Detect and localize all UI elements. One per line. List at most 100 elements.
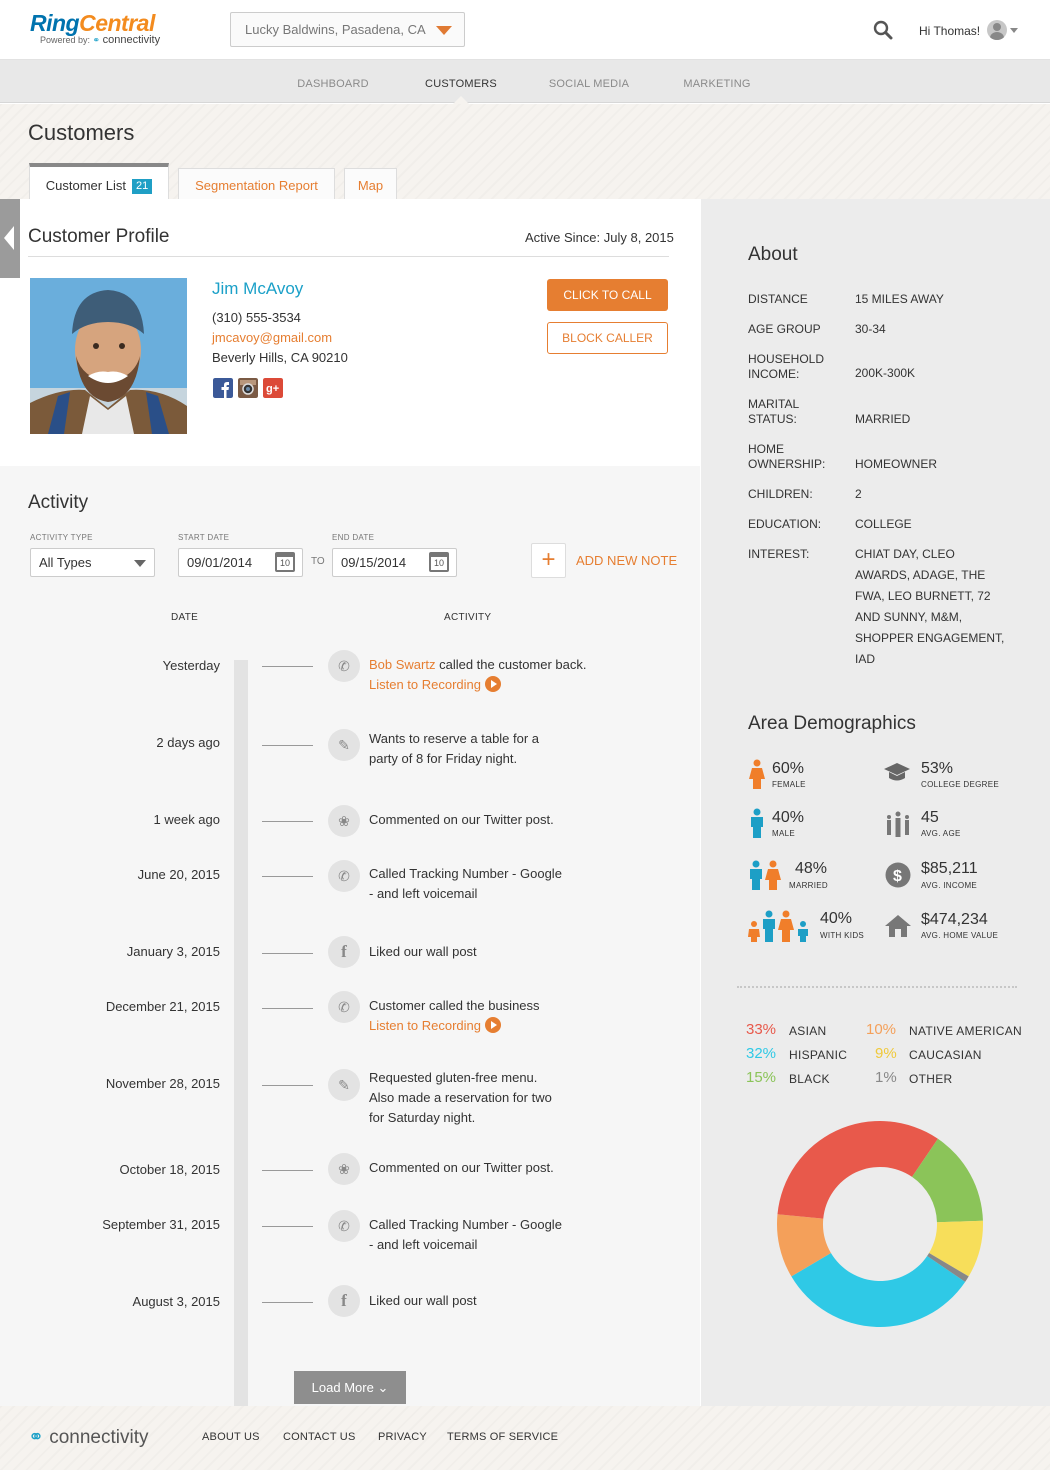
active-since: Active Since: July 8, 2015	[525, 230, 674, 245]
ethnicity-label: CAUCASIAN	[909, 1048, 982, 1062]
about-value: HOMEOWNER	[855, 457, 937, 471]
customer-email[interactable]: jmcavoy@gmail.com	[212, 330, 332, 345]
ethnicity-label: NATIVE AMERICAN	[909, 1024, 1022, 1038]
phone-icon: ✆	[328, 991, 360, 1023]
demo-label: AVG. AGE	[921, 829, 961, 838]
demo-value: 53%	[921, 760, 954, 777]
calendar-icon[interactable]: 10	[275, 552, 295, 572]
activity-date: June 20, 2015	[137, 867, 220, 882]
ethnicity-label: OTHER	[909, 1072, 953, 1086]
nav-social-media[interactable]: SOCIAL MEDIA	[549, 78, 629, 90]
play-icon[interactable]	[485, 676, 502, 692]
calendar-icon[interactable]: 10	[429, 552, 449, 572]
nav-customers[interactable]: CUSTOMERS	[425, 78, 497, 90]
female-icon	[749, 759, 765, 789]
facebook-icon[interactable]	[213, 378, 233, 398]
click-to-call-button[interactable]: CLICK TO CALL	[547, 279, 668, 311]
nav-dashboard[interactable]: DASHBOARD	[297, 78, 368, 90]
about-heading: About	[748, 244, 798, 265]
activity-type-select[interactable]: All Types	[30, 548, 155, 577]
activity-date: 1 week ago	[153, 812, 221, 827]
footer-link-contact[interactable]: CONTACT US	[283, 1431, 356, 1443]
caller-name-link[interactable]: Bob Swartz	[369, 657, 435, 672]
activity-date: October 18, 2015	[119, 1162, 220, 1177]
tab-map[interactable]: Map	[344, 168, 397, 199]
demo-label: AVG. HOME VALUE	[921, 931, 999, 940]
note-icon: ✎	[328, 1069, 360, 1101]
footer-logo[interactable]: ⚭ connectivity	[28, 1426, 148, 1449]
collapse-panel-handle[interactable]	[0, 199, 20, 278]
chevron-down-icon	[436, 26, 452, 35]
play-icon[interactable]	[485, 1017, 502, 1033]
about-label: AGE GROUP	[748, 322, 821, 336]
listen-label: Listen to Recording	[369, 677, 482, 692]
ethnicity-percent: 32%	[746, 1045, 777, 1062]
about-label: MARITAL STATUS:	[748, 397, 799, 426]
block-caller-button[interactable]: BLOCK CALLER	[547, 322, 668, 354]
activity-text: Wants to reserve a table for a party of …	[369, 731, 540, 766]
load-more-button[interactable]: Load More ⌄	[294, 1371, 406, 1404]
footer-brand: connectivity	[49, 1427, 149, 1448]
start-date-field[interactable]: 09/01/2014 10	[178, 548, 303, 577]
ethnicity-percent: 9%	[875, 1045, 897, 1062]
demo-label: WITH KIDS	[820, 931, 865, 940]
activity-heading: Activity	[28, 492, 89, 513]
demo-value: 45	[921, 809, 939, 826]
ethnicity-percent: 10%	[866, 1021, 897, 1038]
user-avatar-icon[interactable]	[987, 20, 1007, 40]
activity-type-label: ACTIVITY TYPE	[30, 533, 93, 542]
activity-date: September 31, 2015	[102, 1217, 220, 1232]
add-new-note-link[interactable]: ADD NEW NOTE	[576, 553, 677, 568]
listen-to-recording-link[interactable]: Listen to Recording	[369, 1017, 502, 1033]
profile-heading: Customer Profile	[28, 226, 170, 247]
timeline-connector	[262, 1302, 313, 1303]
timeline-connector	[262, 876, 313, 877]
demo-label: AVG. INCOME	[921, 881, 978, 890]
about-label: CHILDREN:	[748, 487, 813, 501]
add-note-plus-icon[interactable]: +	[531, 543, 566, 578]
footer-link-privacy[interactable]: PRIVACY	[378, 1431, 427, 1443]
demo-value: 40%	[820, 910, 853, 927]
user-greeting[interactable]: Hi Thomas!	[919, 24, 980, 38]
nav-marketing[interactable]: MARKETING	[683, 78, 750, 90]
google-plus-icon[interactable]: g+	[263, 378, 283, 398]
activity-description: Customer called the business	[369, 998, 540, 1013]
location-select[interactable]: Lucky Baldwins, Pasadena, CA	[230, 12, 465, 47]
timeline-connector	[262, 1085, 313, 1086]
listen-to-recording-link[interactable]: Listen to Recording	[369, 676, 502, 692]
ringcentral-logo[interactable]: RingCentral Powered by: ⚭ connectivity	[30, 11, 160, 46]
user-menu-caret-icon[interactable]	[1010, 28, 1018, 33]
tab-segmentation-report[interactable]: Segmentation Report	[178, 168, 335, 199]
tab-customer-list[interactable]: Customer List 21	[29, 163, 169, 200]
instagram-icon[interactable]	[238, 378, 258, 398]
customer-address: Beverly Hills, CA 90210	[212, 350, 348, 365]
timeline-connector	[262, 1170, 313, 1171]
male-icon	[751, 808, 763, 838]
demo-label: COLLEGE DEGREE	[921, 780, 1000, 789]
activity-type-value: All Types	[39, 555, 92, 570]
timeline-connector	[262, 953, 313, 954]
timeline-connector	[262, 745, 313, 746]
about-value: CHIAT DAY, CLEO AWARDS, ADAGE, THE FWA, …	[855, 547, 1005, 666]
ethnicity-percent: 33%	[746, 1021, 777, 1038]
demo-label: MARRIED	[789, 881, 828, 890]
activity-date: August 3, 2015	[132, 1294, 220, 1309]
footer-link-about[interactable]: ABOUT US	[202, 1431, 260, 1443]
divider	[737, 986, 1017, 988]
note-icon: ✎	[328, 729, 360, 761]
end-date-field[interactable]: 09/15/2014 10	[332, 548, 457, 577]
search-icon[interactable]	[873, 20, 893, 40]
activity-text: Liked our wall post	[369, 944, 477, 959]
activity-text: Called Tracking Number - Google - and le…	[369, 1217, 562, 1252]
dollar-icon: $	[885, 862, 911, 888]
footer-link-terms[interactable]: TERMS OF SERVICE	[447, 1431, 558, 1443]
timeline-connector	[262, 1008, 313, 1009]
about-label: EDUCATION:	[748, 517, 822, 531]
ethnicity-donut-chart	[777, 1121, 983, 1327]
activity-date: December 21, 2015	[105, 999, 220, 1014]
phone-icon: ✆	[328, 860, 360, 892]
activity-text: Commented on our Twitter post.	[369, 812, 554, 827]
nav-active-indicator	[453, 96, 469, 104]
customer-phone: (310) 555-3534	[212, 310, 301, 325]
family-icon	[748, 910, 808, 942]
